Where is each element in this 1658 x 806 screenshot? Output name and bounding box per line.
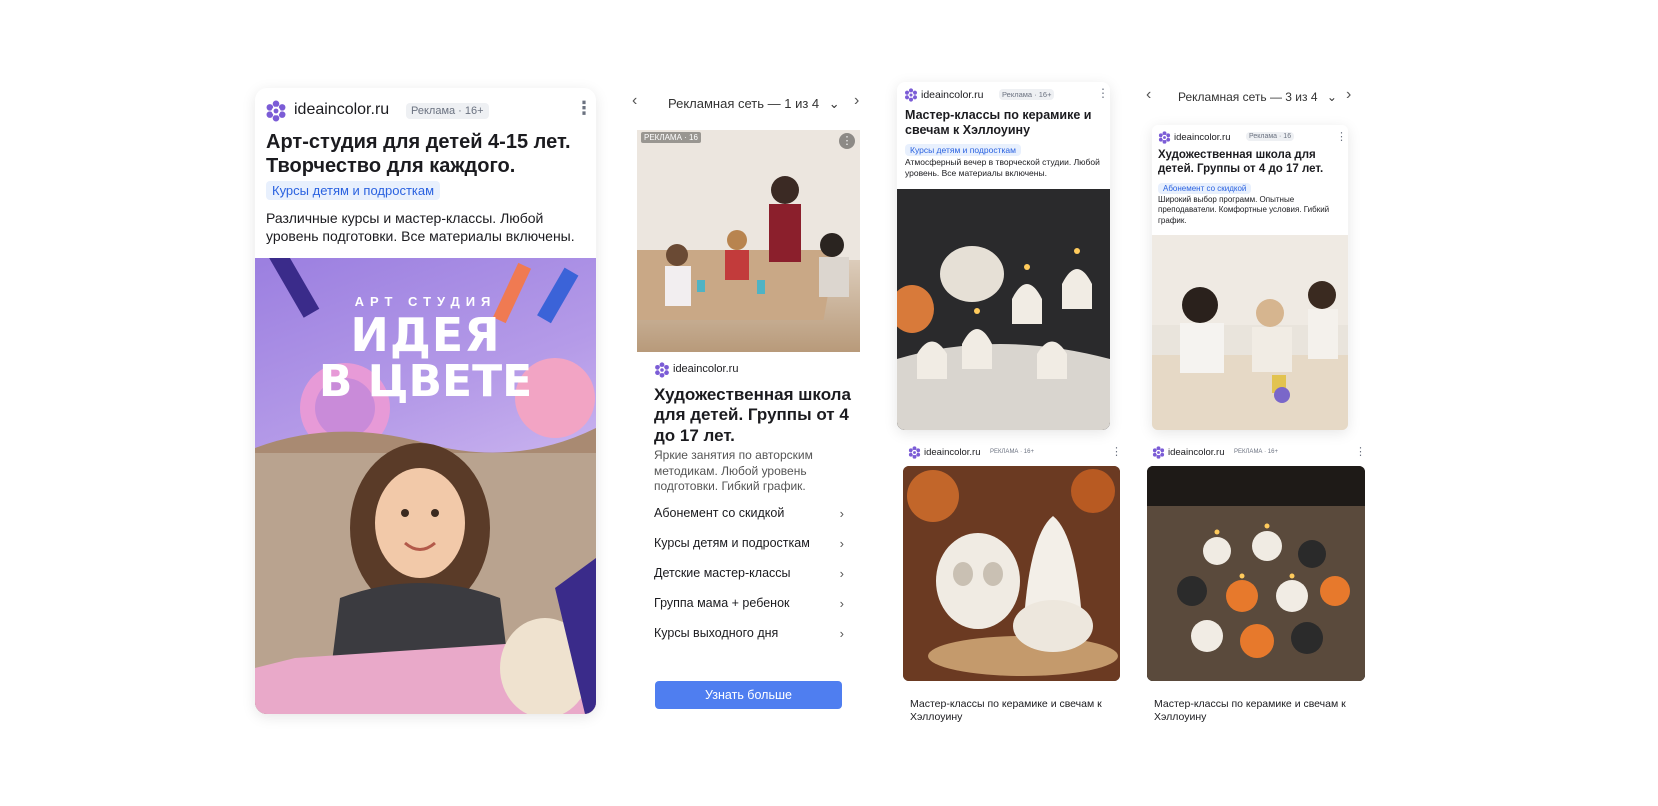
ad-photo-halloween-candles[interactable] <box>1147 466 1365 681</box>
halloween-photo-illustration <box>1147 466 1365 681</box>
ad-header: ideaincolor.ru Реклама · 16 ⋮ <box>1158 131 1347 145</box>
ad-title[interactable]: Арт-студия для детей 4-15 лет. Творчеств… <box>266 130 586 178</box>
chevron-right-icon[interactable]: › <box>854 92 859 110</box>
sitelink-label: Детские мастер-классы <box>654 566 791 580</box>
more-vertical-icon[interactable]: ⋮ <box>839 133 855 149</box>
ad-description: Атмосферный вечер в творческой студии. Л… <box>905 157 1100 179</box>
ad-photo-kids-drawing[interactable] <box>1152 235 1348 430</box>
ad-description: Широкий выбор программ. Опытные преподав… <box>1158 195 1330 225</box>
carousel-position-text: Рекламная сеть — 1 из 4 <box>668 96 820 111</box>
flower-logo-icon <box>1152 446 1165 459</box>
ad-card-large[interactable]: ideaincolor.ru Реклама · 16+ ⋮ Арт-студи… <box>255 88 596 714</box>
learn-more-button[interactable]: Узнать больше <box>655 681 842 709</box>
image-ad-badge: РЕКЛАМА · 16 <box>641 132 701 143</box>
more-vertical-icon[interactable]: ⋮ <box>1355 445 1366 458</box>
ad-card-carousel[interactable]: РЕКЛАМА · 16 ⋮ ideaincolor.ru Художестве… <box>637 130 860 715</box>
chevron-right-icon: › <box>839 626 844 641</box>
chevron-right-icon: › <box>839 596 844 611</box>
ad-card-skull[interactable]: ideaincolor.ru РЕКЛАМА · 16+ ⋮ Мастер-кл… <box>903 445 1122 723</box>
flower-logo-icon <box>654 362 670 378</box>
carousel-position[interactable]: Рекламная сеть — 1 из 4 ⌄ <box>668 96 840 112</box>
ad-banner-image[interactable]: АРТ СТУДИЯ ИДЕЯ В ЦВЕТЕ <box>255 258 596 714</box>
classroom-photo-illustration <box>637 130 860 320</box>
sitelink-label: Курсы выходного дня <box>654 626 779 640</box>
sitelink-item[interactable]: Курсы детям и подросткам › <box>654 536 844 551</box>
ad-age-badge: РЕКЛАМА · 16+ <box>990 449 1034 455</box>
sitelink-item[interactable]: Детские мастер-классы › <box>654 566 844 581</box>
chevron-right-icon: › <box>839 566 844 581</box>
sitelink-label: Группа мама + ребенок <box>654 596 790 610</box>
ad-header: ideaincolor.ru Реклама · 16+ ⋮ <box>265 98 593 124</box>
sitelink-item[interactable]: Абонемент со скидкой › <box>654 506 844 521</box>
ad-card-ghost-candles[interactable]: ideaincolor.ru РЕКЛАМА · 16+ ⋮ Мастер-кл… <box>1147 445 1366 723</box>
chip-label: Курсы детям и подросткам <box>266 181 441 200</box>
chevron-left-icon[interactable]: ‹ <box>1146 86 1151 104</box>
more-vertical-icon[interactable]: ⋮ <box>1111 445 1122 458</box>
chevron-down-icon[interactable]: ⌄ <box>1327 90 1337 104</box>
ad-age-badge: Реклама · 16 <box>1246 132 1295 141</box>
ad-header: ideaincolor.ru <box>654 362 854 380</box>
candles-photo-illustration <box>897 189 1110 430</box>
ad-description: Яркие занятия по авторским методикам. Лю… <box>654 448 813 494</box>
chevron-left-icon[interactable]: ‹ <box>632 92 637 110</box>
chip-label: Абонемент со скидкой <box>1158 183 1252 194</box>
ad-photo-classroom[interactable]: РЕКЛАМА · 16 ⋮ <box>637 130 860 352</box>
ad-domain[interactable]: ideaincolor.ru <box>294 101 389 119</box>
sitelink-label: Абонемент со скидкой <box>654 506 785 520</box>
ad-header: ideaincolor.ru Реклама · 16+ ⋮ <box>904 86 1109 104</box>
ad-header: ideaincolor.ru РЕКЛАМА · 16+ ⋮ <box>908 445 1122 460</box>
ad-age-badge: Реклама · 16+ <box>406 103 489 119</box>
ad-domain[interactable]: ideaincolor.ru <box>924 447 981 458</box>
chevron-down-icon[interactable]: ⌄ <box>829 96 840 111</box>
chevron-right-icon: › <box>839 536 844 551</box>
ad-sitelink-chip[interactable]: Курсы детям и подросткам <box>905 140 1021 158</box>
skull-photo-illustration <box>903 466 1120 681</box>
sitelink-item[interactable]: Группа мама + ребенок › <box>654 596 844 611</box>
sitelink-item[interactable]: Курсы выходного дня › <box>654 626 844 641</box>
ad-title[interactable]: Художественная школа для детей. Группы о… <box>1158 149 1343 177</box>
ad-photo-candles[interactable] <box>897 189 1110 430</box>
more-vertical-icon[interactable]: ⋮ <box>1336 130 1347 143</box>
ad-age-badge: РЕКЛАМА · 16+ <box>1234 449 1278 455</box>
more-vertical-icon[interactable]: ⋮ <box>1097 86 1109 100</box>
ad-age-badge: Реклама · 16+ <box>999 89 1055 100</box>
ad-domain[interactable]: ideaincolor.ru <box>1168 447 1225 458</box>
chevron-right-icon: › <box>839 506 844 521</box>
ad-domain[interactable]: ideaincolor.ru <box>1174 132 1231 143</box>
ad-description: Различные курсы и мастер-классы. Любой у… <box>266 210 575 244</box>
more-vertical-icon[interactable]: ⋮ <box>575 98 593 119</box>
ad-header: ideaincolor.ru РЕКЛАМА · 16+ ⋮ <box>1152 445 1366 460</box>
ad-domain[interactable]: ideaincolor.ru <box>921 89 983 101</box>
flower-logo-icon <box>908 446 921 459</box>
ad-domain[interactable]: ideaincolor.ru <box>673 363 738 375</box>
kids-photo-illustration <box>1152 235 1348 430</box>
flower-logo-icon <box>1158 131 1171 144</box>
banner-title-line2: В ЦВЕТЕ <box>318 356 533 407</box>
ad-sitelink-chip[interactable]: Абонемент со скидкой <box>1158 178 1252 196</box>
chip-label: Курсы детям и подросткам <box>905 144 1021 156</box>
sitelinks-list: Абонемент со скидкой › Курсы детям и под… <box>654 506 844 641</box>
carousel-position-text: Рекламная сеть — 3 из 4 <box>1178 90 1318 104</box>
chevron-right-icon[interactable]: › <box>1346 86 1351 104</box>
flower-logo-icon <box>265 100 287 122</box>
ad-caption[interactable]: Мастер-классы по керамике и свечам к Хэл… <box>1154 698 1359 724</box>
ad-photo-skull-candles[interactable] <box>903 466 1120 681</box>
carousel-position[interactable]: Рекламная сеть — 3 из 4 ⌄ <box>1178 90 1337 104</box>
ad-sitelink-chip[interactable]: Курсы детям и подросткам <box>266 181 441 200</box>
ad-card-school[interactable]: ideaincolor.ru Реклама · 16 ⋮ Художестве… <box>1152 125 1348 430</box>
ad-card-halloween[interactable]: ideaincolor.ru Реклама · 16+ ⋮ Мастер-кл… <box>897 82 1110 430</box>
flower-logo-icon <box>904 88 918 102</box>
ad-title[interactable]: Художественная школа для детей. Группы о… <box>654 385 854 446</box>
banner-title-line1: ИДЕЯ <box>350 308 501 362</box>
ad-caption[interactable]: Мастер-классы по керамике и свечам к Хэл… <box>910 698 1115 724</box>
sitelink-label: Курсы детям и подросткам <box>654 536 810 550</box>
ad-title[interactable]: Мастер-классы по керамике и свечам к Хэл… <box>905 108 1100 138</box>
banner-caption-top: АРТ СТУДИЯ <box>354 294 497 309</box>
